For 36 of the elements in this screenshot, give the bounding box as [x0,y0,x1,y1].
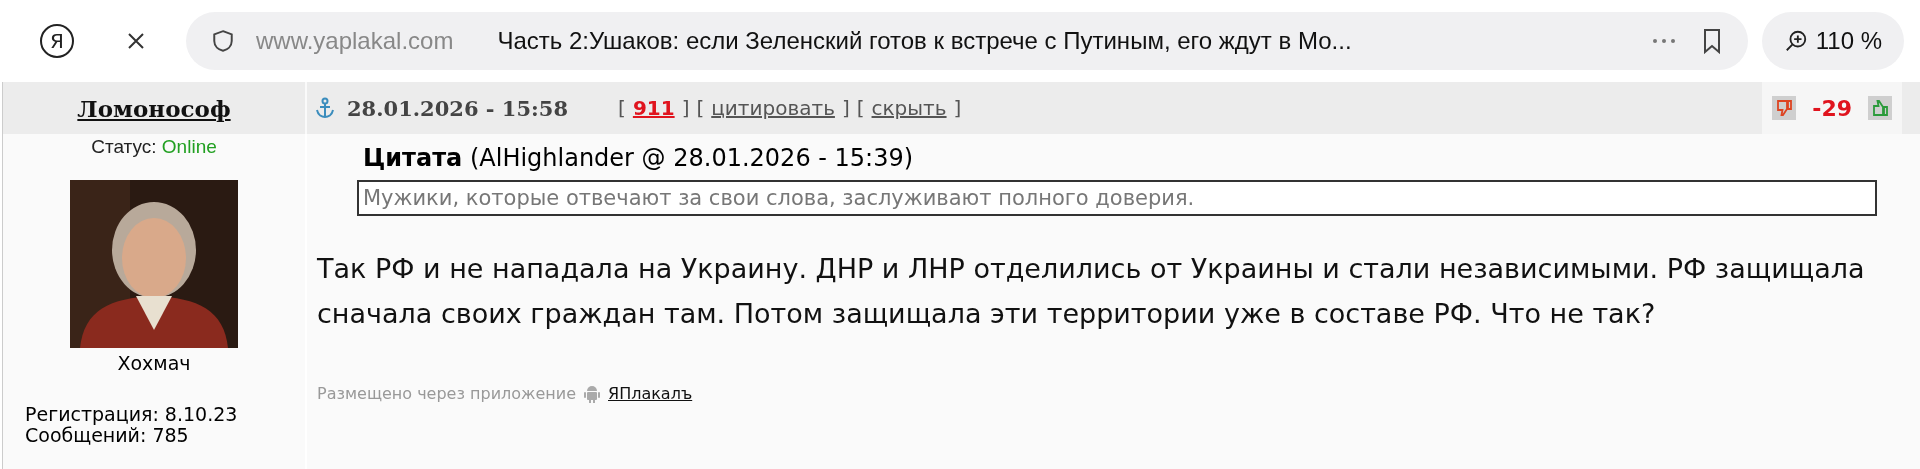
bracket: ] [953,96,962,120]
page-title: Часть 2:Ушаков: если Зеленский готов к встрече с Путиным, его ждут в Мо... [497,27,1352,55]
more-icon[interactable] [1651,38,1676,44]
rating-score: -29 [1812,95,1852,121]
zoom-button[interactable]: 110 % [1761,12,1904,70]
bracket: [ [856,96,865,120]
browser-logo-icon[interactable]: Я [40,24,74,58]
quote-header: Цитата (AlHighlander @ 28.01.2026 - 15:39) [362,144,915,172]
url-text: www.yaplakal.com [256,27,454,55]
registration-date: Регистрация: 8.10.23 [25,404,239,425]
shield-icon[interactable] [212,29,234,53]
android-icon [584,384,600,403]
message-count: Сообщений: 785 [25,425,190,446]
user-title: Хохмач [117,352,191,374]
zoom-icon [1783,29,1808,53]
address-bar[interactable]: www.yaplakal.com Часть 2:Ушаков: если Зеленский готов к встрече с Путиным, его ждут в Мо... [186,12,1748,70]
thumbs-down-icon[interactable] [1772,96,1797,120]
post-text: Так РФ и не нападала на Украину. ДНР и ЛНР отделились от Украины и стали независимыми. РФ защищала сначала своих граждан там. Потом защищала эти территории уже в составе РФ. Что не так? [317,252,1866,331]
close-icon[interactable] [126,31,146,51]
bracket: ] [841,96,850,120]
bracket: [ [618,96,626,120]
post-link[interactable]: скрыть [871,96,947,120]
post-date: 28.01.2026 - 15:58 [347,95,569,121]
bookmark-icon[interactable] [1701,28,1722,54]
thumbs-up-icon[interactable] [1868,96,1892,120]
anchor-icon[interactable] [315,97,335,119]
post-link[interactable]: 911 [632,96,675,120]
app-link[interactable]: ЯПлакалъ [608,384,693,403]
quote-text: Мужики, которые отвечают за свои слова, заслуживают полного доверия. [357,180,1877,216]
post-link[interactable]: цитировать [711,96,835,120]
status-label: Статус: [91,136,157,157]
posted-via-text: Размещено через приложение [317,384,576,403]
author-link[interactable]: Ломонософ [77,94,231,122]
bracket: [ [696,96,705,120]
online-status: Online [161,136,217,157]
bracket: ] [681,96,690,120]
